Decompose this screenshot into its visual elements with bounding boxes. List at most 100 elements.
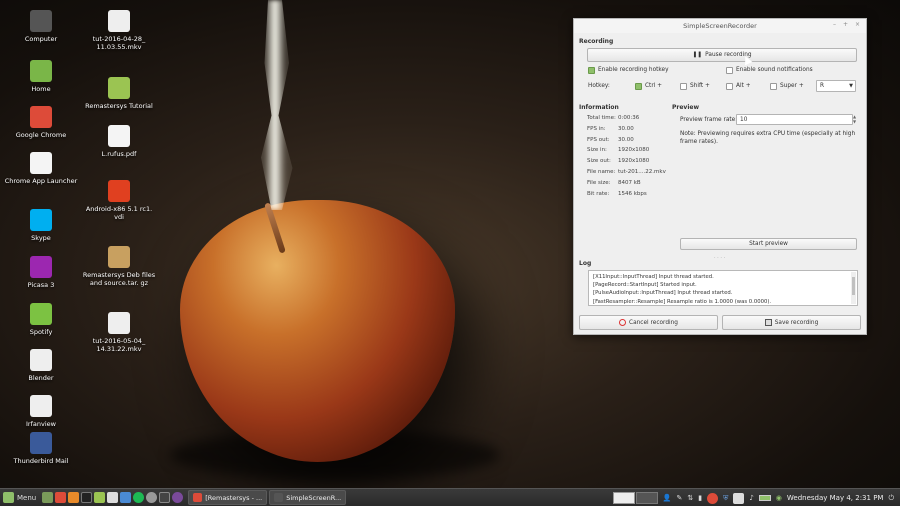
info-key: File size: bbox=[587, 179, 611, 186]
desktop-icon[interactable]: L.rufus.pdf bbox=[82, 125, 156, 158]
dropdown-arrow-icon: ▼ bbox=[849, 83, 853, 89]
log-box[interactable]: [X11Input::InputThread] Input thread sta… bbox=[588, 270, 858, 306]
pause-recording-button[interactable]: ❚❚ Pause recording bbox=[587, 48, 857, 62]
desktop-icon-label: Spotify bbox=[29, 328, 53, 336]
desktop-icon-label: L.rufus.pdf bbox=[101, 150, 137, 158]
desktop-icon-label: tut-2016-05-04_ 14.31.22.mkv bbox=[92, 337, 146, 353]
desktop-icon-label: Thunderbird Mail bbox=[13, 457, 69, 465]
info-value: 1920x1080 bbox=[618, 158, 650, 165]
firefox-icon[interactable] bbox=[68, 492, 80, 503]
enable-sound-label: Enable sound notifications bbox=[736, 67, 813, 73]
enable-hotkey-checkbox[interactable] bbox=[588, 67, 595, 74]
desktop-icon[interactable]: Chrome App Launcher bbox=[4, 152, 78, 185]
desktop-icon-label: Irfanview bbox=[26, 420, 56, 428]
workspace-switcher[interactable] bbox=[612, 492, 658, 504]
preview-rate-spinner[interactable]: ▲ ▼ bbox=[853, 114, 856, 124]
preview-note: Note: Previewing requires extra CPU time… bbox=[680, 131, 856, 145]
log-line: [X11Input::InputThread] Input thread sta… bbox=[593, 274, 714, 280]
alt-checkbox[interactable] bbox=[726, 83, 733, 90]
ctrl-label: Ctrl + bbox=[645, 83, 663, 89]
simplescreenrecorder-window: SimpleScreenRecorder – + × Recording ❚❚ … bbox=[573, 18, 867, 335]
disc-icon[interactable] bbox=[146, 492, 158, 503]
light-sparkle bbox=[261, 0, 293, 210]
close-icon[interactable]: × bbox=[855, 21, 860, 28]
quick-launch bbox=[39, 490, 186, 506]
info-value: 0:00:36 bbox=[618, 115, 640, 121]
battery-icon[interactable]: ▮ bbox=[698, 494, 702, 502]
network-icon[interactable]: ⇅ bbox=[687, 494, 693, 502]
desktop-icon[interactable]: Home bbox=[4, 60, 78, 93]
tor-icon[interactable] bbox=[172, 492, 184, 503]
desktop-icon-label: Remastersys Deb files and source.tar. gz bbox=[82, 271, 156, 287]
files-icon[interactable] bbox=[94, 492, 106, 503]
desktop-icon[interactable]: Google Chrome bbox=[4, 106, 78, 139]
enable-sound-checkbox[interactable] bbox=[726, 67, 733, 74]
window-titlebar[interactable]: SimpleScreenRecorder – + × bbox=[574, 19, 866, 33]
taskbar-task[interactable]: SimpleScreenR... bbox=[269, 490, 347, 505]
info-key: Size out: bbox=[587, 158, 611, 165]
cancel-recording-button[interactable]: Cancel recording bbox=[579, 315, 718, 330]
volume-icon[interactable]: ♪ bbox=[749, 494, 753, 502]
taskbar-tasks: [Remastersys - ... SimpleScreenR... bbox=[186, 490, 347, 505]
desktop-icon[interactable]: Irfanview bbox=[4, 395, 78, 428]
word-icon[interactable] bbox=[120, 492, 132, 503]
start-preview-button[interactable]: Start preview bbox=[680, 238, 857, 250]
minimize-icon[interactable]: – bbox=[833, 21, 836, 28]
taskbar-task[interactable]: [Remastersys - ... bbox=[188, 490, 268, 505]
mail-icon[interactable] bbox=[733, 492, 745, 504]
save-recording-button[interactable]: Save recording bbox=[722, 315, 861, 330]
clock[interactable]: Wednesday May 4, 2:31 PM bbox=[787, 494, 884, 502]
desktop-icon[interactable]: Thunderbird Mail bbox=[4, 432, 78, 465]
desktop-icon[interactable]: Remastersys Tutorial bbox=[82, 77, 156, 110]
desktop-icon[interactable]: Spotify bbox=[4, 303, 78, 336]
menu-button[interactable]: Menu bbox=[0, 490, 39, 506]
spotify-icon[interactable] bbox=[133, 492, 145, 503]
desktop-icon[interactable]: Blender bbox=[4, 349, 78, 382]
desktop-icon[interactable]: Android-x86 5.1 rc1. vdi bbox=[82, 180, 156, 221]
update-icon[interactable]: ◉ bbox=[776, 494, 782, 502]
recorder-icon[interactable] bbox=[159, 492, 171, 503]
super-checkbox[interactable] bbox=[770, 83, 777, 90]
power-icon[interactable]: ⏻ bbox=[888, 494, 894, 503]
log-scrollbar[interactable] bbox=[851, 272, 856, 304]
desktop-icon-label: Blender bbox=[28, 374, 54, 382]
ctrl-checkbox[interactable] bbox=[635, 83, 642, 90]
taskbar-task-label: SimpleScreenR... bbox=[286, 493, 342, 502]
desktop-icon[interactable]: tut-2016-05-04_ 14.31.22.mkv bbox=[82, 312, 156, 353]
irfanview-icon bbox=[30, 395, 52, 417]
desktop-icon-label: tut-2016-04-28_ 11.03.55.mkv bbox=[92, 35, 146, 51]
picasa-icon bbox=[30, 256, 52, 278]
pause-icon: ❚❚ bbox=[692, 52, 703, 58]
mint-logo-icon bbox=[3, 492, 14, 503]
info-key: File name: bbox=[587, 169, 616, 175]
preview-rate-input[interactable]: 10 bbox=[736, 114, 853, 125]
chrome-tray-icon[interactable] bbox=[707, 492, 719, 504]
user-icon[interactable]: 👤 bbox=[663, 494, 672, 502]
computer-icon bbox=[30, 10, 52, 32]
hotkey-key-select[interactable]: R ▼ bbox=[816, 80, 856, 92]
vdi-file-icon bbox=[108, 180, 130, 202]
shift-checkbox[interactable] bbox=[680, 83, 687, 90]
desktop-icon[interactable]: Skype bbox=[4, 209, 78, 242]
preview-rate-label: Preview frame rate: bbox=[680, 117, 738, 123]
splitter-handle[interactable]: · · · · bbox=[714, 255, 725, 261]
desktop-icon[interactable]: Picasa 3 bbox=[4, 256, 78, 289]
desktop-icon-label: Google Chrome bbox=[15, 131, 67, 139]
show-desktop-icon[interactable] bbox=[42, 492, 54, 503]
maximize-icon[interactable]: + bbox=[843, 21, 848, 28]
app-launcher-icon[interactable] bbox=[107, 492, 119, 503]
shield-icon[interactable]: ⛨ bbox=[723, 494, 728, 503]
terminal-icon[interactable] bbox=[81, 492, 93, 503]
desktop-icon[interactable]: tut-2016-04-28_ 11.03.55.mkv bbox=[82, 10, 156, 51]
info-key: FPS in: bbox=[587, 125, 606, 132]
information-section-title: Information bbox=[579, 104, 619, 111]
info-key: Total time: bbox=[587, 115, 616, 121]
desktop-icon[interactable]: Computer bbox=[4, 10, 78, 43]
cancel-icon bbox=[619, 319, 627, 326]
log-section-title: Log bbox=[579, 260, 592, 267]
chrome-icon[interactable] bbox=[55, 492, 67, 503]
pen-icon[interactable]: ✎ bbox=[676, 494, 682, 502]
shift-label: Shift + bbox=[690, 83, 710, 89]
desktop-icon[interactable]: Remastersys Deb files and source.tar. gz bbox=[82, 246, 156, 287]
battery-status-icon[interactable] bbox=[758, 495, 771, 501]
